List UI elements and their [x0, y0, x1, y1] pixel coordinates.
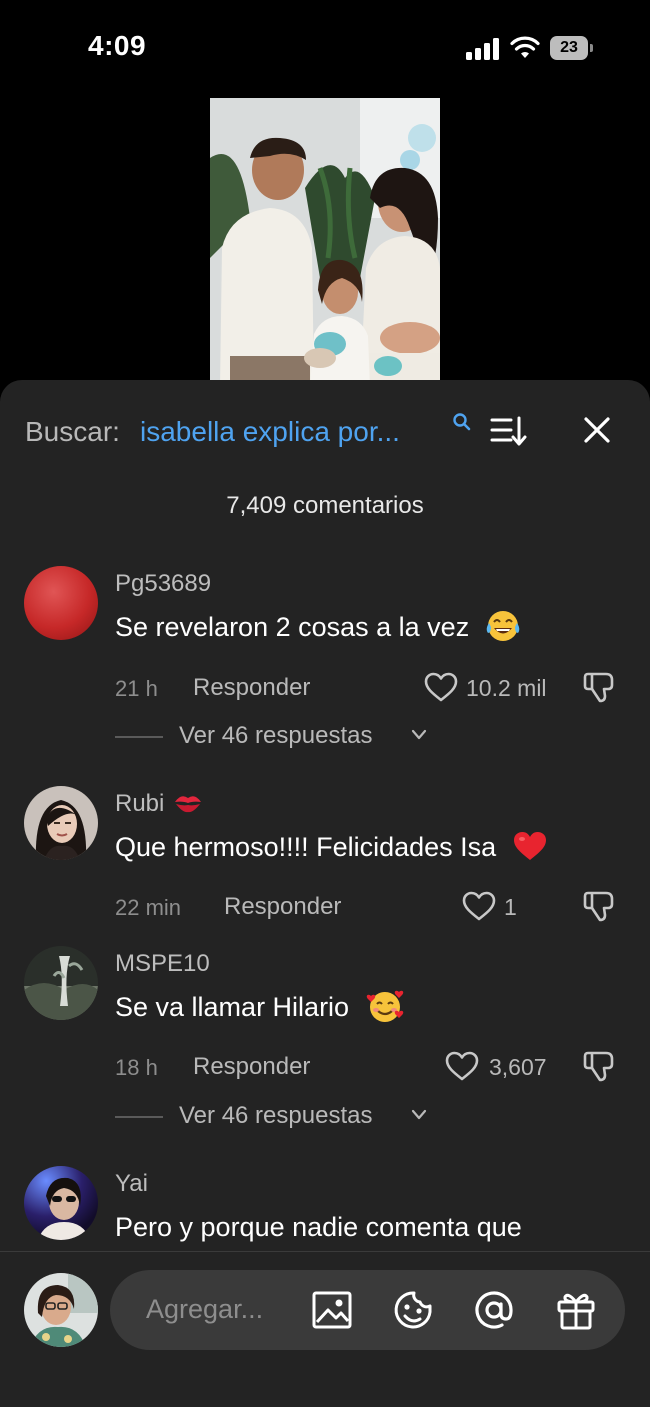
status-bar: 4:09 23: [0, 0, 650, 96]
comment-text: Se revelaron 2 cosas a la vez: [115, 610, 521, 643]
chevron-down-icon: [411, 729, 427, 740]
comment-meta: 21 h Responder 10.2 mil: [115, 670, 625, 704]
dislike-icon[interactable]: [582, 889, 616, 923]
comment-input[interactable]: Agregar...: [110, 1270, 625, 1350]
comment-username[interactable]: Rubi: [115, 790, 203, 818]
chevron-down-icon: [411, 1109, 427, 1120]
emoji-icon[interactable]: [392, 1288, 436, 1332]
reply-button[interactable]: Responder: [193, 1053, 310, 1081]
reply-button[interactable]: Responder: [193, 674, 310, 702]
view-replies-label: Ver 46 respuestas: [179, 1102, 373, 1129]
avatar[interactable]: [24, 566, 98, 640]
comment-time: 21 h: [115, 676, 158, 701]
comment-time: 22 min: [115, 895, 182, 920]
video-preview[interactable]: [210, 98, 440, 388]
comment-meta: 22 min Responder 1: [115, 889, 625, 923]
image-icon[interactable]: [310, 1288, 354, 1332]
comment-time: 18 h: [115, 1055, 158, 1080]
wifi-icon: [510, 36, 540, 58]
battery-level: 23: [550, 36, 588, 60]
avatar[interactable]: [24, 946, 98, 1020]
like-count: 3,607: [489, 1054, 547, 1080]
search-query-link[interactable]: isabella explica por...: [140, 416, 400, 448]
view-replies-button[interactable]: Ver 46 respuestas: [115, 722, 535, 752]
comment-text: Que hermoso!!!! Felicidades Isa: [115, 831, 548, 863]
comment-text-body: Se va llamar Hilario: [115, 992, 350, 1022]
avatar-image: [24, 1273, 98, 1347]
cellular-signal-icon: [466, 38, 500, 60]
avatar-image: [24, 786, 98, 860]
search-prefix-label: Buscar:: [25, 416, 120, 447]
dislike-icon[interactable]: [582, 670, 616, 704]
heart-icon: [445, 1051, 479, 1081]
like-button[interactable]: 1: [462, 889, 532, 923]
like-button[interactable]: 3,607: [445, 1049, 555, 1083]
status-time: 4:09: [88, 30, 147, 61]
heart-icon: [462, 891, 496, 921]
dislike-icon[interactable]: [582, 1049, 616, 1083]
video-frame-image: [210, 98, 440, 388]
comment-username[interactable]: Yai: [115, 1170, 148, 1198]
gift-icon[interactable]: [554, 1288, 598, 1332]
view-replies-button[interactable]: Ver 46 respuestas: [115, 1102, 535, 1132]
like-count: 1: [504, 894, 517, 920]
comment-text-body: Que hermoso!!!! Felicidades Isa: [115, 832, 497, 862]
mention-icon[interactable]: [472, 1288, 516, 1332]
sort-icon[interactable]: [489, 414, 527, 448]
view-replies-label: Ver 46 respuestas: [179, 722, 373, 749]
avatar[interactable]: [24, 786, 98, 860]
comment-username-text: Rubi: [115, 790, 165, 817]
smiling-face-with-hearts-emoji-icon: [366, 990, 403, 1022]
close-icon[interactable]: [581, 414, 613, 446]
avatar[interactable]: [24, 1166, 98, 1240]
comment-input-placeholder: Agregar...: [146, 1294, 264, 1324]
search-bar[interactable]: Buscar: isabella explica por...: [25, 410, 625, 454]
comment-username[interactable]: Pg53689: [115, 570, 211, 598]
avatar-image: [24, 1166, 98, 1240]
comment-text: Pero y porque nadie comenta que: [115, 1212, 522, 1242]
like-button[interactable]: 10.2 mil: [424, 670, 564, 704]
comment-meta: 18 h Responder 3,607: [115, 1049, 625, 1083]
battery-icon: 23: [550, 36, 594, 60]
comment-text: Se va llamar Hilario: [115, 990, 405, 1024]
search-icon[interactable]: [452, 412, 472, 432]
heart-icon: [424, 672, 458, 702]
like-count: 10.2 mil: [466, 675, 547, 701]
comment-text-body: Se revelaron 2 cosas a la vez: [115, 612, 470, 642]
my-avatar[interactable]: [24, 1273, 98, 1347]
divider: [115, 1116, 163, 1118]
comments-count: 7,409 comentarios: [226, 492, 424, 519]
divider: [115, 736, 163, 738]
avatar-image: [24, 946, 98, 1020]
reply-button[interactable]: Responder: [224, 893, 341, 921]
comment-username[interactable]: MSPE10: [115, 950, 210, 978]
red-heart-emoji-icon: [513, 831, 546, 860]
kiss-mark-emoji-icon: [175, 795, 202, 812]
tears-of-joy-emoji-icon: [486, 610, 520, 641]
